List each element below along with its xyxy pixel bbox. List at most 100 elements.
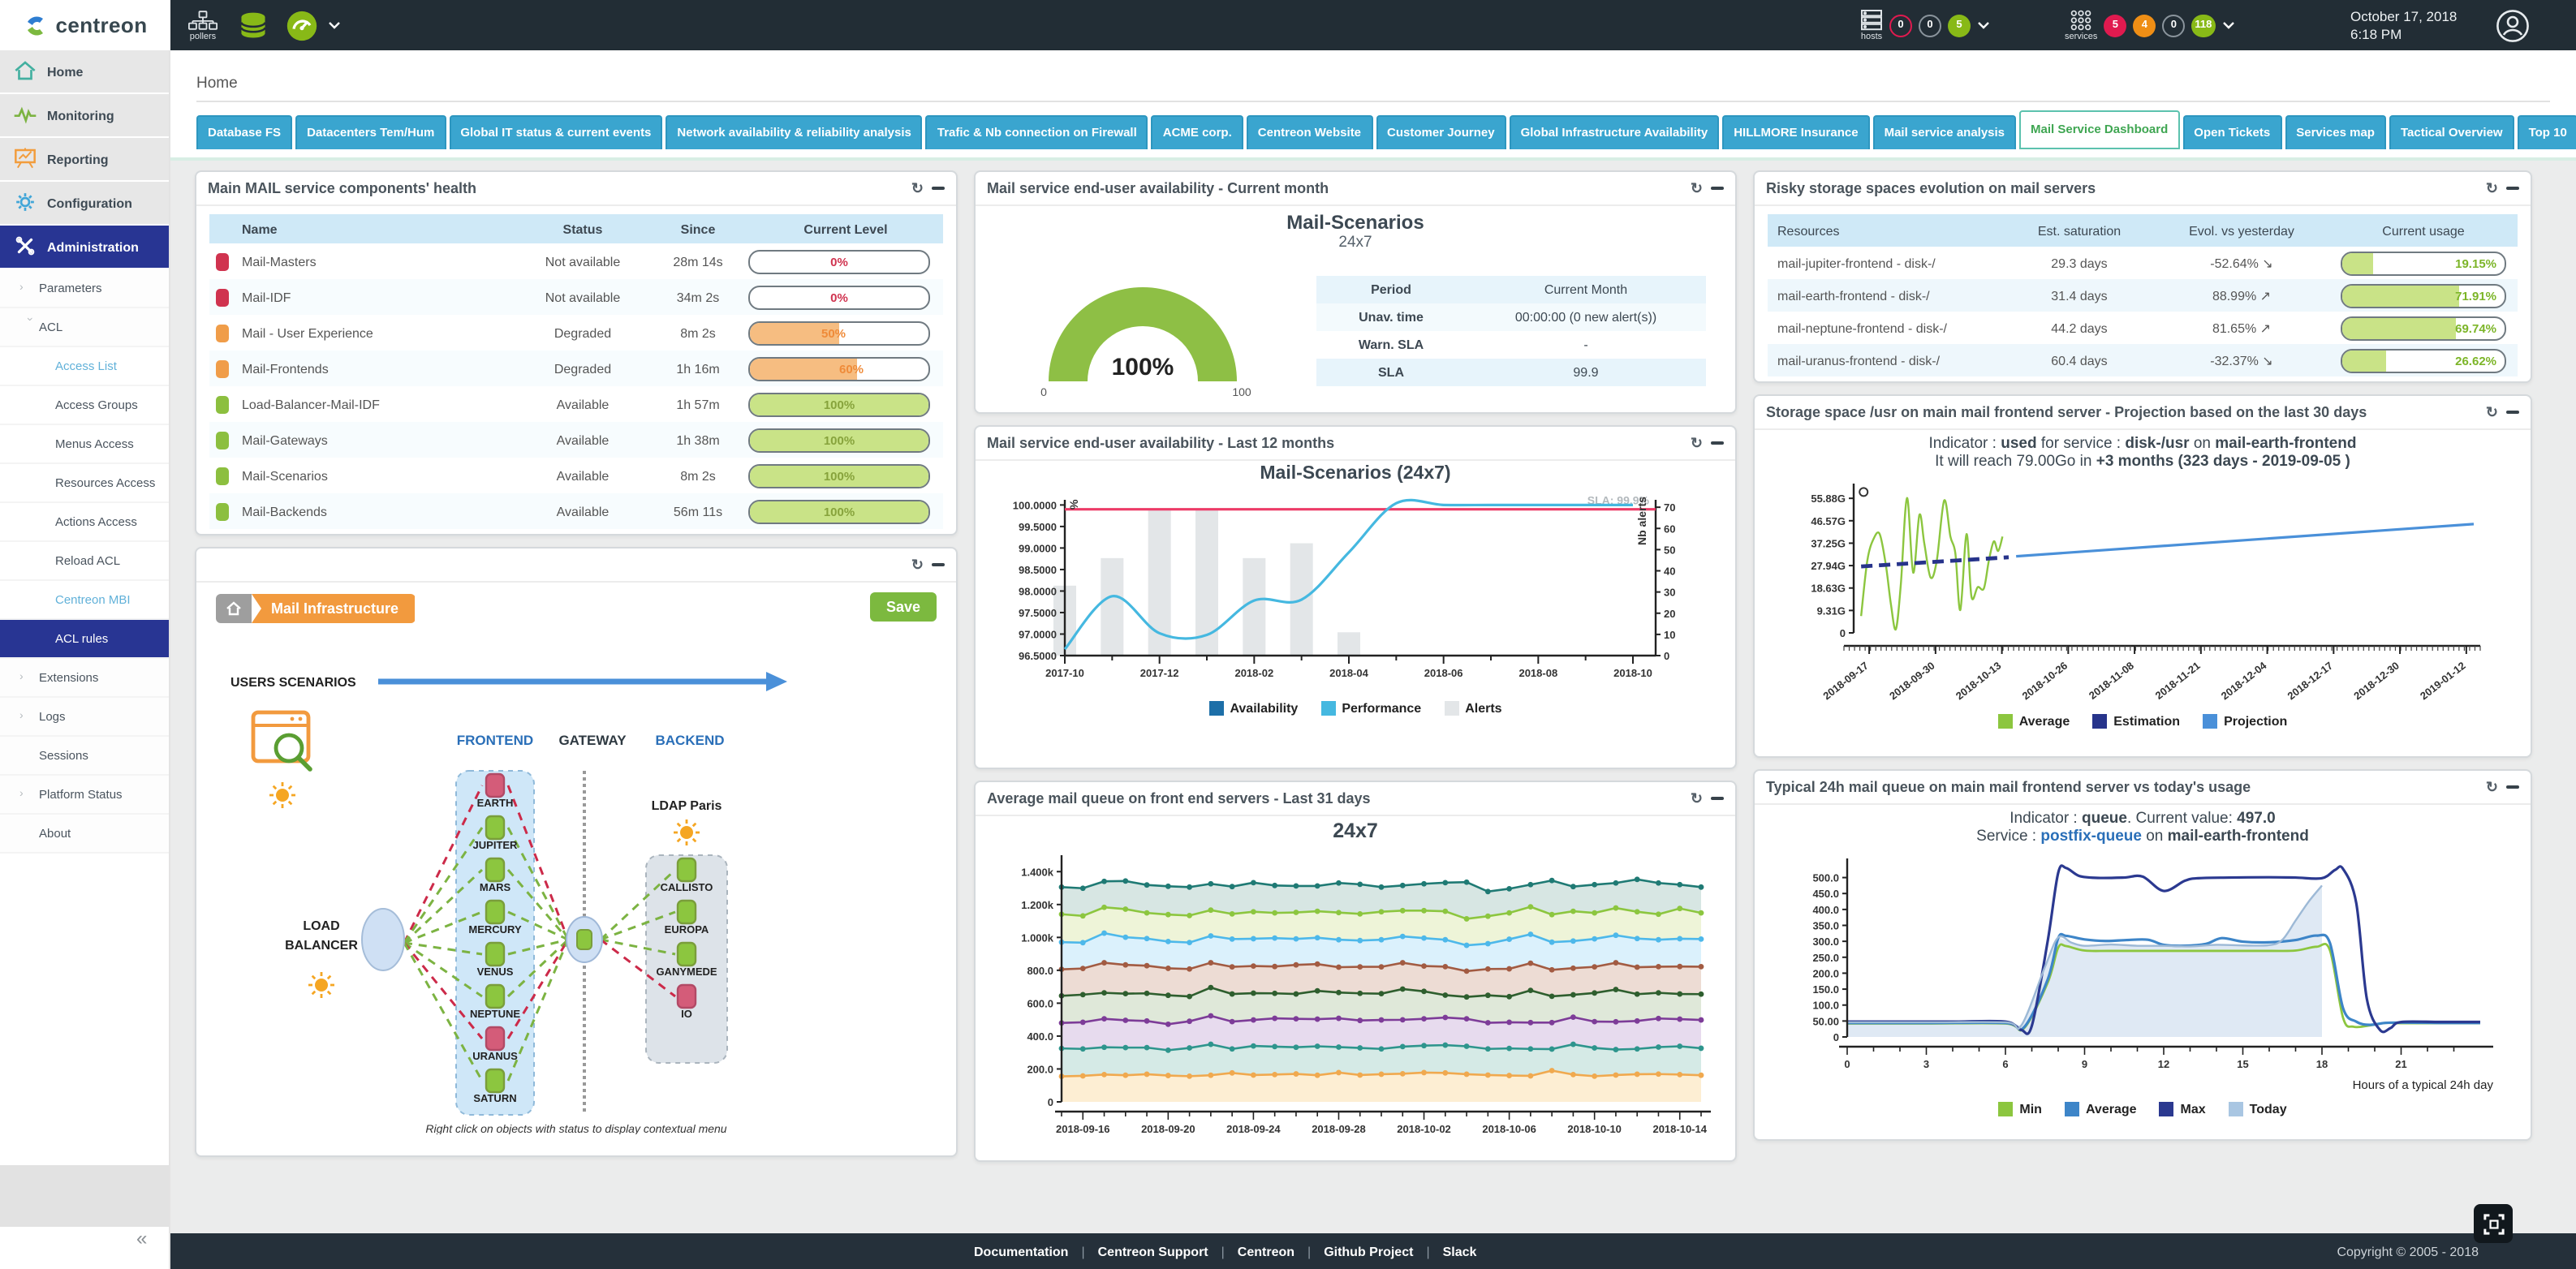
services-icon[interactable]: services: [2065, 9, 2097, 41]
sidebar-collapse-button[interactable]: «: [136, 1227, 147, 1250]
tab-centreon-website[interactable]: Centreon Website: [1247, 115, 1372, 149]
database-status-icon[interactable]: [237, 0, 269, 50]
refresh-icon[interactable]: ↻: [2486, 780, 2498, 794]
svg-text:URANUS: URANUS: [472, 1050, 518, 1062]
centreon-logo[interactable]: centreon: [0, 0, 170, 50]
refresh-icon[interactable]: ↻: [911, 181, 924, 196]
services-chevron-icon[interactable]: [2221, 21, 2234, 29]
table-row[interactable]: Mail-IDFNot available34m 2s0%: [209, 279, 943, 315]
footer-link-documentation[interactable]: Documentation: [974, 1244, 1068, 1258]
table-row[interactable]: mail-jupiter-frontend - disk-/29.3 days-…: [1768, 247, 2518, 279]
svg-text:BACKEND: BACKEND: [656, 733, 725, 748]
diagram-breadcrumb[interactable]: Mail Infrastructure: [216, 594, 415, 623]
sidebar-item-access-groups[interactable]: Access Groups: [0, 386, 169, 425]
service-badge[interactable]: 4: [2133, 14, 2156, 37]
tab-global-it-status-current-events[interactable]: Global IT status & current events: [449, 115, 662, 149]
tab-open-tickets[interactable]: Open Tickets: [2182, 115, 2281, 149]
footer-link-centreon[interactable]: Centreon: [1238, 1244, 1294, 1258]
evolution-text: 88.99% ↗: [2154, 288, 2329, 303]
service-badge[interactable]: 0: [2162, 14, 2185, 37]
sidebar-item-monitoring[interactable]: Monitoring: [0, 94, 169, 136]
refresh-icon[interactable]: ↻: [1691, 791, 1703, 806]
tab-hillmore-insurance[interactable]: HILLMORE Insurance: [1722, 115, 1869, 149]
sidebar-item-platform-status[interactable]: ›Platform Status: [0, 776, 169, 815]
tab-database-fs[interactable]: Database FS: [196, 115, 292, 149]
sidebar-item-logs[interactable]: ›Logs: [0, 698, 169, 737]
poller-dropdown-chevron-icon[interactable]: [328, 0, 341, 50]
table-row[interactable]: Mail - User ExperienceDegraded8m 2s50%: [209, 315, 943, 351]
footer-link-github-project[interactable]: Github Project: [1324, 1244, 1413, 1258]
tab-top-10[interactable]: Top 10: [2518, 115, 2576, 149]
table-row[interactable]: Mail-BackendsAvailable56m 11s100%: [209, 493, 943, 529]
hosts-chevron-icon[interactable]: [1977, 21, 1990, 29]
tab-tactical-overview[interactable]: Tactical Overview: [2389, 115, 2514, 149]
table-row[interactable]: Mail-ScenariosAvailable8m 2s100%: [209, 458, 943, 493]
host-badge[interactable]: 5: [1948, 14, 1971, 37]
minimize-icon[interactable]: [2506, 187, 2519, 191]
sidebar-item-centreon-mbi[interactable]: Centreon MBI: [0, 581, 169, 620]
home-icon[interactable]: [216, 594, 252, 623]
tab-mail-service-analysis[interactable]: Mail service analysis: [1873, 115, 2016, 149]
sidebar-item-configuration[interactable]: Configuration: [0, 182, 169, 224]
user-avatar[interactable]: [2495, 0, 2531, 50]
sidebar-item-administration[interactable]: Administration: [0, 226, 169, 268]
infrastructure-diagram[interactable]: USERS SCENARIOSFRONTENDGATEWAYBACKENDLDA…: [208, 628, 945, 1134]
host-badge[interactable]: 0: [1919, 14, 1941, 37]
table-row[interactable]: Mail-MastersNot available28m 14s0%: [209, 243, 943, 279]
minimize-icon[interactable]: [1711, 187, 1724, 191]
hosts-icon[interactable]: hosts: [1860, 9, 1883, 41]
service-badge[interactable]: 5: [2104, 14, 2126, 37]
sidebar-item-menus-access[interactable]: Menus Access: [0, 425, 169, 464]
table-row[interactable]: mail-earth-frontend - disk-/31.4 days88.…: [1768, 279, 2518, 312]
refresh-icon[interactable]: ↻: [2486, 405, 2498, 419]
minimize-icon[interactable]: [932, 187, 945, 191]
legend-item: Estimation: [2092, 714, 2180, 729]
tab-global-infrastructure-availability[interactable]: Global Infrastructure Availability: [1510, 115, 1720, 149]
minimize-icon[interactable]: [1711, 441, 1724, 445]
sidebar-item-acl-rules[interactable]: ACL rules: [0, 620, 169, 659]
sidebar-item-label: ACL rules: [55, 631, 108, 646]
pollers-group[interactable]: pollers: [188, 0, 218, 50]
minimize-icon[interactable]: [2506, 785, 2519, 789]
table-row[interactable]: Mail-FrontendsDegraded1h 16m60%: [209, 351, 943, 386]
sidebar-item-sessions[interactable]: Sessions: [0, 737, 169, 776]
refresh-icon[interactable]: ↻: [1691, 181, 1703, 196]
tab-network-availability-reliability-analysis[interactable]: Network availability & reliability analy…: [666, 115, 922, 149]
sidebar-item-reporting[interactable]: Reporting: [0, 138, 169, 180]
tab-trafic-nb-connection-on-firewall[interactable]: Trafic & Nb connection on Firewall: [926, 115, 1148, 149]
table-row[interactable]: Mail-GatewaysAvailable1h 38m100%: [209, 422, 943, 458]
host-badge[interactable]: 0: [1889, 14, 1912, 37]
save-button[interactable]: Save: [870, 592, 937, 622]
svg-text:0: 0: [1040, 385, 1047, 398]
tab-acme-corp-[interactable]: ACME corp.: [1152, 115, 1243, 149]
tab-services-map[interactable]: Services map: [2285, 115, 2386, 149]
footer-link-centreon-support[interactable]: Centreon Support: [1098, 1244, 1208, 1258]
breadcrumb[interactable]: Home: [196, 75, 238, 92]
footer-link-slack[interactable]: Slack: [1443, 1244, 1477, 1258]
minimize-icon[interactable]: [2506, 411, 2519, 415]
minimize-icon[interactable]: [1711, 797, 1724, 801]
tab-customer-journey[interactable]: Customer Journey: [1376, 115, 1506, 149]
table-row[interactable]: mail-neptune-frontend - disk-/44.2 days8…: [1768, 312, 2518, 344]
minimize-icon[interactable]: [932, 563, 945, 567]
sidebar-item-about[interactable]: About: [0, 815, 169, 854]
refresh-icon[interactable]: ↻: [911, 557, 924, 572]
table-row[interactable]: mail-uranus-frontend - disk-/60.4 days-3…: [1768, 344, 2518, 376]
tab-mail-service-dashboard[interactable]: Mail Service Dashboard: [2019, 110, 2179, 149]
fullscreen-button[interactable]: [2474, 1204, 2513, 1243]
sidebar-item-extensions[interactable]: ›Extensions: [0, 659, 169, 698]
service-badge[interactable]: 118: [2191, 14, 2215, 37]
refresh-icon[interactable]: ↻: [1691, 436, 1703, 450]
refresh-icon[interactable]: ↻: [2486, 181, 2498, 196]
table-row[interactable]: Load-Balancer-Mail-IDFAvailable1h 57m100…: [209, 386, 943, 422]
tab-datacenters-tem-hum[interactable]: Datacenters Tem/Hum: [295, 115, 446, 149]
latency-status-icon[interactable]: [286, 0, 318, 50]
sidebar-item-parameters[interactable]: ›Parameters: [0, 269, 169, 308]
sidebar-item-access-list[interactable]: Access List: [0, 347, 169, 386]
sidebar-item-home[interactable]: Home: [0, 50, 169, 92]
sidebar-item-actions-access[interactable]: Actions Access: [0, 503, 169, 542]
sidebar-item-reload-acl[interactable]: Reload ACL: [0, 542, 169, 581]
sidebar-item-acl[interactable]: ›ACL: [0, 308, 169, 347]
sidebar-item-resources-access[interactable]: Resources Access: [0, 464, 169, 503]
panel-header: Risky storage spaces evolution on mail s…: [1755, 172, 2531, 206]
